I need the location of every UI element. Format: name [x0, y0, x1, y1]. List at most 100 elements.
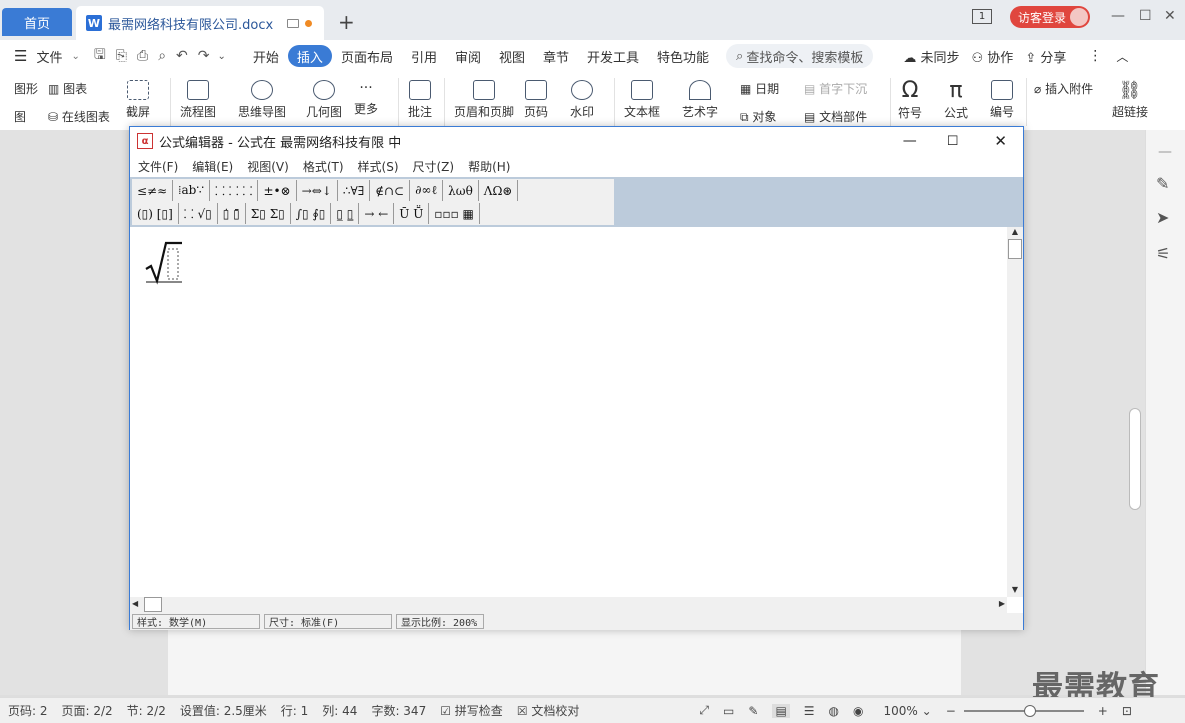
- palette-button[interactable]: ∴∀∃: [338, 180, 371, 201]
- menu-tab-7[interactable]: 开发工具: [578, 45, 648, 67]
- palette-button[interactable]: ±•⊗: [258, 180, 297, 201]
- print-preview-icon[interactable]: ⌕: [158, 48, 166, 64]
- more-button[interactable]: ··· 更多: [354, 80, 378, 117]
- formula-button[interactable]: π 公式: [944, 78, 968, 121]
- collab-button[interactable]: ⚇ 协作: [972, 47, 1014, 66]
- palette-button[interactable]: Σ▯ Σ▯: [246, 203, 291, 224]
- fullscreen-icon[interactable]: ⤢: [699, 703, 709, 718]
- palette-button[interactable]: ∉∩⊂: [370, 180, 411, 201]
- palette-button[interactable]: λωθ: [443, 180, 479, 201]
- object-button[interactable]: ⧉ 对象: [740, 108, 776, 125]
- more-options-icon[interactable]: ⋮: [1088, 48, 1102, 64]
- visitor-login-button[interactable]: 访客登录: [1010, 6, 1090, 28]
- collapse-ribbon-icon[interactable]: ︿: [1116, 48, 1128, 65]
- screenshot-button[interactable]: 截屏: [126, 80, 150, 120]
- minimize-icon[interactable]: —: [1111, 8, 1125, 24]
- palette-button[interactable]: ⁞ab∵: [173, 180, 210, 201]
- date-button[interactable]: ▦ 日期: [740, 80, 779, 97]
- redo-icon[interactable]: ↷: [198, 48, 210, 64]
- menu-tab-5[interactable]: 视图: [490, 45, 534, 67]
- numbering-button[interactable]: 编号: [990, 80, 1014, 120]
- menu-tab-4[interactable]: 审阅: [446, 45, 490, 67]
- scroll-right-icon[interactable]: ▶: [999, 599, 1005, 608]
- dialog-menu-item[interactable]: 编辑(E): [192, 158, 233, 175]
- palette-button[interactable]: ≤≠≈: [132, 180, 174, 201]
- palette-button[interactable]: Ū Ṻ: [394, 203, 430, 224]
- menu-tab-2[interactable]: 页面布局: [332, 45, 402, 67]
- palette-button[interactable]: ⸬ ⸬ ⸬: [210, 180, 259, 201]
- attach-button[interactable]: ⌀ 插入附件: [1034, 80, 1093, 97]
- sync-status[interactable]: ☁ 未同步: [903, 47, 959, 66]
- fit-page-icon[interactable]: ⊡: [1122, 704, 1132, 718]
- header-footer-button[interactable]: 页眉和页脚: [454, 80, 514, 120]
- pen-icon[interactable]: ✎: [1156, 174, 1169, 193]
- menu-tab-8[interactable]: 特色功能: [648, 45, 718, 67]
- scroll-left-icon[interactable]: ◀: [132, 599, 138, 608]
- dialog-horizontal-scrollbar[interactable]: ◀ ▶: [130, 597, 1007, 613]
- palette-button[interactable]: ⸬ √▯: [179, 203, 218, 224]
- tab-document[interactable]: W 最需网络科技有限公司.docx: [76, 6, 324, 40]
- spell-check-button[interactable]: ☑ 拼写检查: [440, 702, 503, 719]
- undo-icon[interactable]: ↶: [176, 48, 188, 64]
- dialog-menu-item[interactable]: 视图(V): [247, 158, 289, 175]
- scroll-thumb[interactable]: [1008, 239, 1022, 259]
- page-number-button[interactable]: 页码: [524, 80, 548, 120]
- status-words[interactable]: 字数: 347: [371, 702, 426, 719]
- zoom-out-icon[interactable]: −: [946, 704, 956, 718]
- settings-slider-icon[interactable]: ⚟: [1156, 244, 1170, 263]
- palette-button[interactable]: ▯̲ ▯̳: [331, 203, 360, 224]
- export-icon[interactable]: ⎘: [116, 48, 127, 64]
- scroll-down-icon[interactable]: ▼: [1007, 585, 1023, 597]
- collapse-panel-icon[interactable]: —: [1158, 144, 1172, 160]
- share-button[interactable]: ⇪ 分享: [1025, 47, 1066, 66]
- new-tab-button[interactable]: +: [338, 10, 355, 34]
- equation-editor-dialog[interactable]: α 公式编辑器 - 公式在 最需网络科技有限 中 — ☐ ✕ 文件(F) 编辑(E…: [129, 126, 1024, 630]
- palette-button[interactable]: →⇔↓: [297, 180, 338, 201]
- flowchart-button[interactable]: 流程图: [180, 80, 216, 120]
- menu-tab-3[interactable]: 引用: [402, 45, 446, 67]
- palette-button[interactable]: ∂∞ℓ: [410, 180, 444, 201]
- menu-tab-6[interactable]: 章节: [534, 45, 578, 67]
- symbol-button[interactable]: Ω 符号: [898, 78, 922, 121]
- menu-tab-0[interactable]: 开始: [244, 45, 288, 67]
- screen-icon[interactable]: [287, 18, 300, 28]
- read-mode-icon[interactable]: ▭: [723, 704, 734, 718]
- palette-button[interactable]: ▫▫▫ ▦: [429, 203, 480, 224]
- palette-button[interactable]: → ←: [359, 203, 395, 224]
- dialog-close-icon[interactable]: ✕: [994, 132, 1007, 150]
- menu-tab-1[interactable]: 插入: [287, 45, 332, 67]
- online-chart-button[interactable]: ⛁ 在线图表: [48, 108, 110, 125]
- outline-view-icon[interactable]: ☰: [804, 704, 815, 718]
- document-scrollbar[interactable]: [1129, 408, 1141, 510]
- cursor-icon[interactable]: ➤: [1156, 208, 1169, 227]
- print-icon[interactable]: ⎙: [137, 48, 148, 64]
- page-indicator-icon[interactable]: 1: [972, 9, 992, 24]
- dialog-menu-item[interactable]: 文件(F): [138, 158, 178, 175]
- geometry-button[interactable]: 几何图: [306, 80, 342, 120]
- palette-button[interactable]: ΛΩ⊛: [479, 180, 519, 201]
- proofread-button[interactable]: ☒ 文档校对: [517, 702, 580, 719]
- dialog-menu-item[interactable]: 样式(S): [358, 158, 399, 175]
- dialog-titlebar[interactable]: α 公式编辑器 - 公式在 最需网络科技有限 中 — ☐ ✕: [130, 127, 1023, 155]
- wordart-button[interactable]: 艺术字: [682, 80, 718, 120]
- more-quick-icon[interactable]: ⌄: [218, 51, 226, 62]
- docpart-button[interactable]: ▤ 文档部件: [804, 108, 867, 125]
- palette-button[interactable]: ▯̇ ▯̄: [218, 203, 246, 224]
- hscroll-thumb[interactable]: [144, 597, 162, 612]
- page-view-icon[interactable]: ▤: [772, 703, 790, 718]
- hyperlink-button[interactable]: ⛓ 超链接: [1112, 80, 1148, 120]
- maximize-icon[interactable]: ☐: [1139, 8, 1152, 24]
- palette-button[interactable]: (▯) [▯]: [132, 203, 179, 224]
- hamburger-icon[interactable]: ☰: [14, 47, 27, 65]
- web-view-icon[interactable]: ◍: [829, 704, 839, 718]
- pen-mode-icon[interactable]: ✎: [748, 704, 758, 718]
- watermark-button[interactable]: 水印: [570, 80, 594, 120]
- close-icon[interactable]: ✕: [1164, 8, 1176, 24]
- diagram-button[interactable]: 图: [14, 108, 26, 125]
- sqrt-template[interactable]: [144, 241, 184, 285]
- dialog-menu-item[interactable]: 格式(T): [303, 158, 344, 175]
- dialog-maximize-icon[interactable]: ☐: [947, 134, 959, 149]
- mindmap-button[interactable]: 思维导图: [238, 80, 286, 120]
- menu-file[interactable]: 文件: [27, 45, 71, 67]
- dialog-menu-item[interactable]: 帮助(H): [468, 158, 510, 175]
